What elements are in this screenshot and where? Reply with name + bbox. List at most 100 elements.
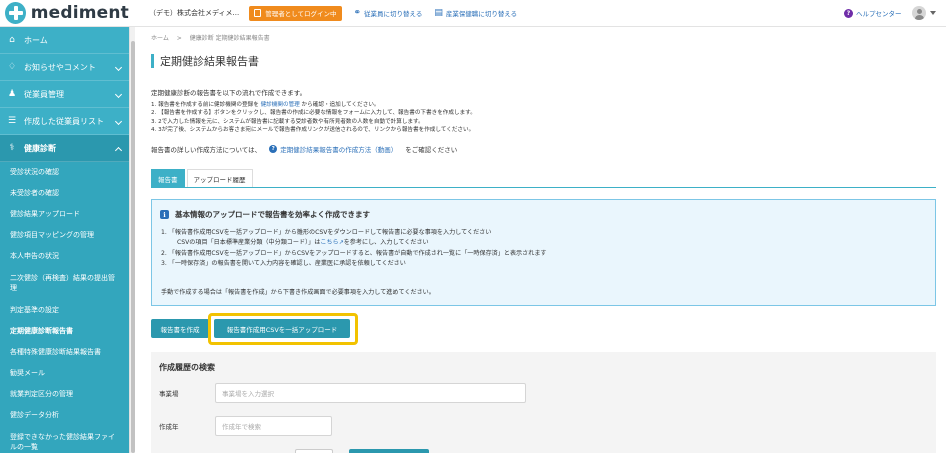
year-search-input[interactable]: 作成年で検索 xyxy=(215,416,332,436)
submenu-item[interactable]: 未受診者の確認 xyxy=(0,183,129,204)
breadcrumb-home[interactable]: ホーム xyxy=(151,35,169,42)
building-icon xyxy=(254,9,262,17)
question-icon: ? xyxy=(269,145,278,153)
switch-occupational-link[interactable]: ▤ 産業保健職に切り替える xyxy=(434,8,517,18)
sidebar-item-label: 作成した従業員リスト xyxy=(24,116,104,126)
question-icon: ? xyxy=(844,8,853,18)
health-checkup-submenu: 受診状況の確認 未受診者の確認 健診結果アップロード 健診項目マッピングの管理 … xyxy=(0,162,129,453)
top-header: mediment （デモ）株式会社メディメ... 管理者としてログイン中 ⚭ 従… xyxy=(0,0,946,27)
info-line-1b-end: を参考にし、入力してください xyxy=(343,239,429,247)
sidebar-item-health-checkup[interactable]: ⚕ 健康診断 xyxy=(0,135,129,162)
sidebar-item-label: お知らせやコメント xyxy=(24,62,96,72)
sidebar-scrollbar[interactable] xyxy=(129,27,135,453)
chevron-down-icon[interactable] xyxy=(930,11,936,15)
howto-video-link[interactable]: ? 定期健診結果報告書の作成方法（動画） xyxy=(269,144,397,154)
info-line-3: 3. 「一時保存済」の報告書を開いて入力内容を確認し、産業医に承認を依頼してくだ… xyxy=(161,259,406,267)
tab-upload-history[interactable]: アップロード履歴 xyxy=(186,169,253,187)
step-1-text-end: から確認・追加してください。 xyxy=(301,102,380,108)
info-body: 1. 「報告書作成用CSVを一括アップロード」から雛形のCSVをダウンロードして… xyxy=(161,228,547,269)
chevron-down-icon xyxy=(114,63,123,72)
chevron-up-icon xyxy=(114,146,123,155)
step-3: 3. 2で入力した情報を元に、システムが報告書に記載する受診者数や有所見者数の人… xyxy=(151,118,424,125)
create-report-button[interactable]: 報告書を作成 xyxy=(151,319,209,338)
howto-text: 報告書の詳しい作成方法については、 xyxy=(151,146,262,154)
switch-employee-link[interactable]: ⚭ 従業員に切り替える xyxy=(354,8,423,18)
sidebar-item-employee-lists[interactable]: ☰ 作成した従業員リスト xyxy=(0,108,129,135)
howto-line: 報告書の詳しい作成方法については、 ? 定期健診結果報告書の作成方法（動画） を… xyxy=(151,144,457,154)
site-label: 事業場 xyxy=(159,390,179,398)
submenu-item[interactable]: 各種特殊健康診断結果報告書 xyxy=(0,342,129,363)
step-1-text: 1. 報告書を作成する前に健診機関の登録を xyxy=(151,102,259,108)
year-label: 作成年 xyxy=(159,423,179,431)
sidebar-item-label: ホーム xyxy=(24,35,48,45)
bell-icon: ♢ xyxy=(7,62,17,72)
submenu-item[interactable]: 勧奨メール xyxy=(0,363,129,384)
logo-text: mediment xyxy=(30,3,129,23)
breadcrumb-separator: > xyxy=(176,35,182,42)
submenu-item[interactable]: 二次健診（再検査）結果の提出管理 xyxy=(0,267,129,300)
company-name: （デモ）株式会社メディメ... xyxy=(149,9,240,17)
sidebar-item-label: 従業員管理 xyxy=(24,89,64,99)
scrollbar-thumb[interactable] xyxy=(131,41,135,453)
sidebar-item-label: 健康診断 xyxy=(24,143,56,153)
info-icon: i xyxy=(160,210,169,219)
breadcrumb: ホーム > 健康診断 定期健診結果報告書 xyxy=(151,33,270,42)
intro-text: 定期健康診断の報告書を以下の流れで作成できます。 xyxy=(151,89,307,97)
page-title: 定期健診結果報告書 xyxy=(151,54,259,68)
stethoscope-icon: ⚕ xyxy=(9,143,15,153)
reset-button[interactable] xyxy=(295,449,333,453)
step-1: 1. 報告書を作成する前に健診機関の登録を 健診機関の管理 から確認・追加してく… xyxy=(151,101,476,109)
avatar[interactable] xyxy=(912,6,926,20)
sidebar: ⌂ ホーム ♢ お知らせやコメント ♟ 従業員管理 ☰ 作成した従業員リスト ⚕… xyxy=(0,27,129,453)
admin-login-label: 管理者としてログイン中 xyxy=(265,10,337,18)
bulk-upload-csv-button[interactable]: 報告書作成用CSVを一括アップロード xyxy=(214,319,350,338)
tab-bar: 報告書 アップロード履歴 xyxy=(151,169,936,188)
submenu-item[interactable]: 受診状況の確認 xyxy=(0,162,129,183)
info-box: i 基本情報のアップロードで報告書を効率よく作成できます 1. 「報告書作成用C… xyxy=(151,199,936,306)
info-line-2: 2. 「報告書作成用CSVを一括アップロード」からCSVをアップロードすると、報… xyxy=(161,249,547,257)
submenu-item[interactable]: 登録できなかった健診結果ファイルの一覧 xyxy=(0,426,129,453)
industry-code-link[interactable]: こちら xyxy=(320,239,338,246)
home-icon: ⌂ xyxy=(9,35,15,45)
logo-cross-icon xyxy=(5,2,26,24)
person-icon: ⚭ xyxy=(353,8,362,18)
info-footer: 手動で作成する場合は「報告書を作成」から下書き作成画面で必要事項を入力して進めて… xyxy=(161,289,435,296)
howto-video-label: 定期健診結果報告書の作成方法（動画） xyxy=(280,146,398,154)
breadcrumb-current: 健康診断 定期健診結果報告書 xyxy=(189,35,270,42)
sidebar-item-employees[interactable]: ♟ 従業員管理 xyxy=(0,81,129,108)
logo[interactable]: mediment xyxy=(5,2,129,24)
sidebar-item-notifications[interactable]: ♢ お知らせやコメント xyxy=(0,54,129,81)
submenu-item-active[interactable]: 定期健康診断報告書 xyxy=(0,321,129,342)
info-title: 基本情報のアップロードで報告書を効率よく作成できます xyxy=(175,210,370,219)
sidebar-item-home[interactable]: ⌂ ホーム xyxy=(0,27,129,54)
submenu-item[interactable]: 判定基準の設定 xyxy=(0,300,129,321)
steps-list: 1. 報告書を作成する前に健診機関の登録を 健診機関の管理 から確認・追加してく… xyxy=(151,101,476,134)
tab-report[interactable]: 報告書 xyxy=(151,169,185,187)
list-users-icon: ☰ xyxy=(7,116,17,126)
site-select-input[interactable]: 事業場を入力選択 xyxy=(215,383,526,403)
search-title: 作成履歴の検索 xyxy=(159,363,215,372)
submenu-item[interactable]: 就業判定区分の管理 xyxy=(0,384,129,405)
submenu-item[interactable]: 健診結果アップロード xyxy=(0,204,129,225)
help-center-label: ヘルプセンター xyxy=(856,10,902,18)
page-title-text: 定期健診結果報告書 xyxy=(160,55,259,68)
info-line-1b-text: CSVの項目「日本標準産業分類（中分類コード）」は xyxy=(177,239,321,247)
search-button[interactable] xyxy=(349,449,429,453)
submenu-item[interactable]: 健診項目マッピングの管理 xyxy=(0,225,129,246)
submenu-item[interactable]: 本人申告の状況 xyxy=(0,246,129,267)
info-line-1: 1. 「報告書作成用CSVを一括アップロード」から雛形のCSVをダウンロードして… xyxy=(161,229,492,236)
submenu-item[interactable]: 健診データ分析 xyxy=(0,405,129,426)
step-2: 2. 【報告書を作成する】ボタンをクリックし、報告書の作成に必要な情報をフォーム… xyxy=(151,110,476,117)
hospital-icon: ▤ xyxy=(434,8,443,18)
switch-occupational-label: 産業保健職に切り替える xyxy=(445,10,518,18)
search-panel: 作成履歴の検索 事業場 事業場を入力選択 作成年 作成年で検索 xyxy=(151,352,936,453)
chevron-down-icon xyxy=(114,90,123,99)
admin-login-badge: 管理者としてログイン中 xyxy=(249,5,342,21)
step-4: 4. 3が完了後、システムからお客さま宛にメールで報告書作成リンクが送信されるの… xyxy=(151,126,475,133)
info-line-1b: CSVの項目「日本標準産業分類（中分類コード）」はこちら↗を参考にし、入力してく… xyxy=(161,238,547,248)
exam-institution-link[interactable]: 健診機関の管理 xyxy=(261,102,300,108)
howto-text-end: をご確認ください xyxy=(405,146,458,154)
chevron-down-icon xyxy=(114,117,123,126)
info-heading: i 基本情報のアップロードで報告書を効率よく作成できます xyxy=(160,209,370,220)
help-center-link[interactable]: ? ヘルプセンター xyxy=(844,8,902,18)
